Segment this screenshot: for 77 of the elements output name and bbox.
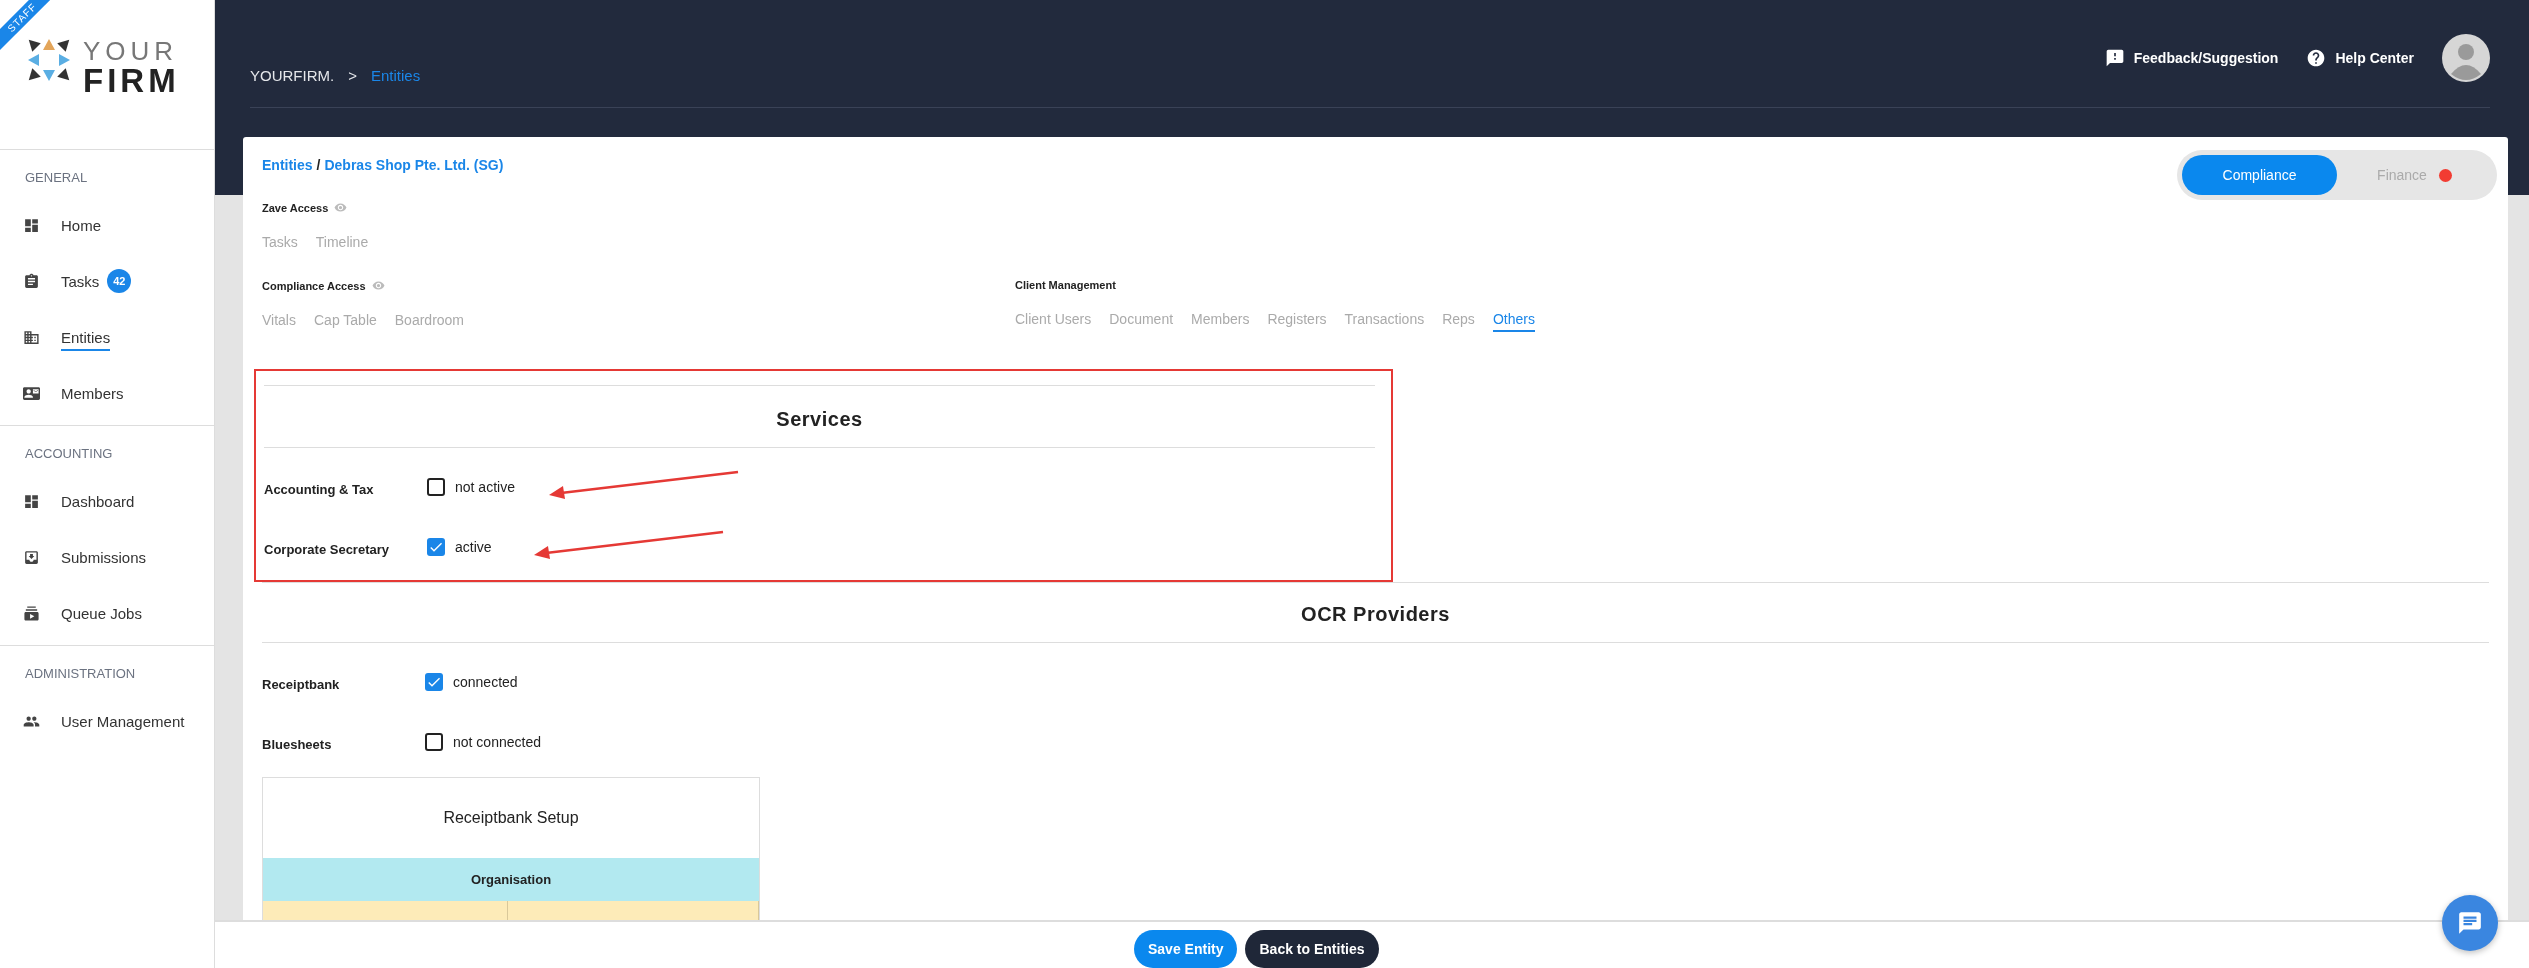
tab[interactable]: Client Users: [1015, 311, 1092, 332]
tab[interactable]: Vitals: [262, 312, 296, 333]
contact-card-icon: [23, 384, 40, 402]
nav-item[interactable]: Dashboard: [0, 473, 214, 529]
nav-label: Members: [61, 384, 124, 404]
feedback-link[interactable]: Feedback/Suggestion: [2104, 47, 2279, 68]
row-label: Bluesheets: [262, 736, 333, 752]
nav-item[interactable]: Members: [0, 365, 214, 421]
tab[interactable]: Reps: [1442, 311, 1475, 332]
row-label: Corporate Secretary: [264, 541, 390, 557]
group-title: Compliance Access: [262, 279, 366, 292]
nav-item[interactable]: User Management: [0, 693, 214, 749]
status-text: not connected: [453, 734, 541, 750]
section-heading: GENERAL: [24, 169, 89, 187]
logo-icon: [27, 38, 71, 82]
status-text: active: [455, 539, 492, 555]
back-button[interactable]: Back to Entities: [1245, 930, 1379, 968]
logo-text: YOUR: [83, 38, 180, 64]
section-title: Services: [775, 407, 864, 432]
status-text: not active: [455, 479, 515, 495]
nav-label: Queue Jobs: [61, 604, 142, 624]
tab[interactable]: Cap Table: [314, 312, 377, 333]
tab[interactable]: Members: [1191, 311, 1250, 332]
toggle-option[interactable]: Finance: [2337, 155, 2492, 195]
group-title: Zave Access: [262, 201, 329, 214]
inbox-icon: [23, 548, 40, 566]
breadcrumb-separator: /: [316, 157, 321, 173]
nav-label: Dashboard: [61, 492, 135, 512]
dashboard-icon: [23, 492, 40, 510]
tab[interactable]: Boardroom: [394, 312, 465, 333]
row-label: Receiptbank: [262, 676, 341, 692]
section-title: OCR Providers: [1300, 602, 1451, 627]
setup-title: Receiptbank Setup: [442, 808, 580, 828]
nav-item[interactable]: Submissions: [0, 529, 214, 585]
checkbox[interactable]: [427, 538, 445, 556]
breadcrumb-root[interactable]: YOURFIRM.: [250, 67, 335, 84]
tab[interactable]: Tasks: [262, 234, 298, 255]
nav-item[interactable]: Home: [0, 197, 214, 253]
checkbox[interactable]: [427, 478, 445, 496]
help-link[interactable]: Help Center: [2306, 47, 2414, 68]
save-button[interactable]: Save Entity: [1134, 930, 1238, 968]
breadcrumb-link[interactable]: Entities: [262, 157, 313, 173]
toggle-option[interactable]: Compliance: [2182, 155, 2337, 195]
nav-label: Tasks: [61, 272, 100, 292]
tab[interactable]: Timeline: [315, 234, 369, 255]
checkbox[interactable]: [425, 733, 443, 751]
table-header: Organisation: [263, 858, 759, 901]
count-badge: 42: [107, 269, 132, 293]
nav-label: Submissions: [61, 548, 147, 568]
feedback-icon: [2104, 47, 2125, 68]
checkbox[interactable]: [425, 673, 443, 691]
breadcrumb-separator: >: [348, 67, 357, 84]
tab[interactable]: Registers: [1267, 311, 1327, 332]
nav-label: Entities: [61, 328, 111, 351]
avatar-icon[interactable]: [2442, 33, 2490, 82]
breadcrumb-link[interactable]: Debras Shop Pte. Ltd. (SG): [324, 157, 504, 173]
nav-label: Home: [61, 216, 101, 236]
status-text: connected: [453, 674, 518, 690]
breadcrumb-current[interactable]: Entities: [370, 67, 421, 84]
tab[interactable]: Others: [1492, 311, 1535, 332]
group-title: Client Management: [1015, 279, 1116, 291]
queue-icon: [23, 604, 40, 622]
nav-item[interactable]: Queue Jobs: [0, 585, 214, 641]
logo-text: FIRM: [83, 64, 180, 97]
section-heading: ADMINISTRATION: [24, 665, 137, 683]
nav-item[interactable]: Tasks 42: [0, 253, 214, 309]
tab[interactable]: Document: [1109, 311, 1174, 332]
section-heading: ACCOUNTING: [24, 445, 114, 463]
chat-icon: [2457, 910, 2483, 936]
nav-item[interactable]: Entities: [0, 309, 214, 365]
nav-label: User Management: [61, 712, 185, 732]
clipboard-icon: [23, 272, 40, 290]
tab[interactable]: Transactions: [1344, 311, 1425, 332]
dashboard-icon: [23, 216, 40, 234]
row-label: Accounting & Tax: [264, 481, 375, 497]
building-icon: [23, 328, 40, 346]
help-icon: [2306, 47, 2327, 68]
